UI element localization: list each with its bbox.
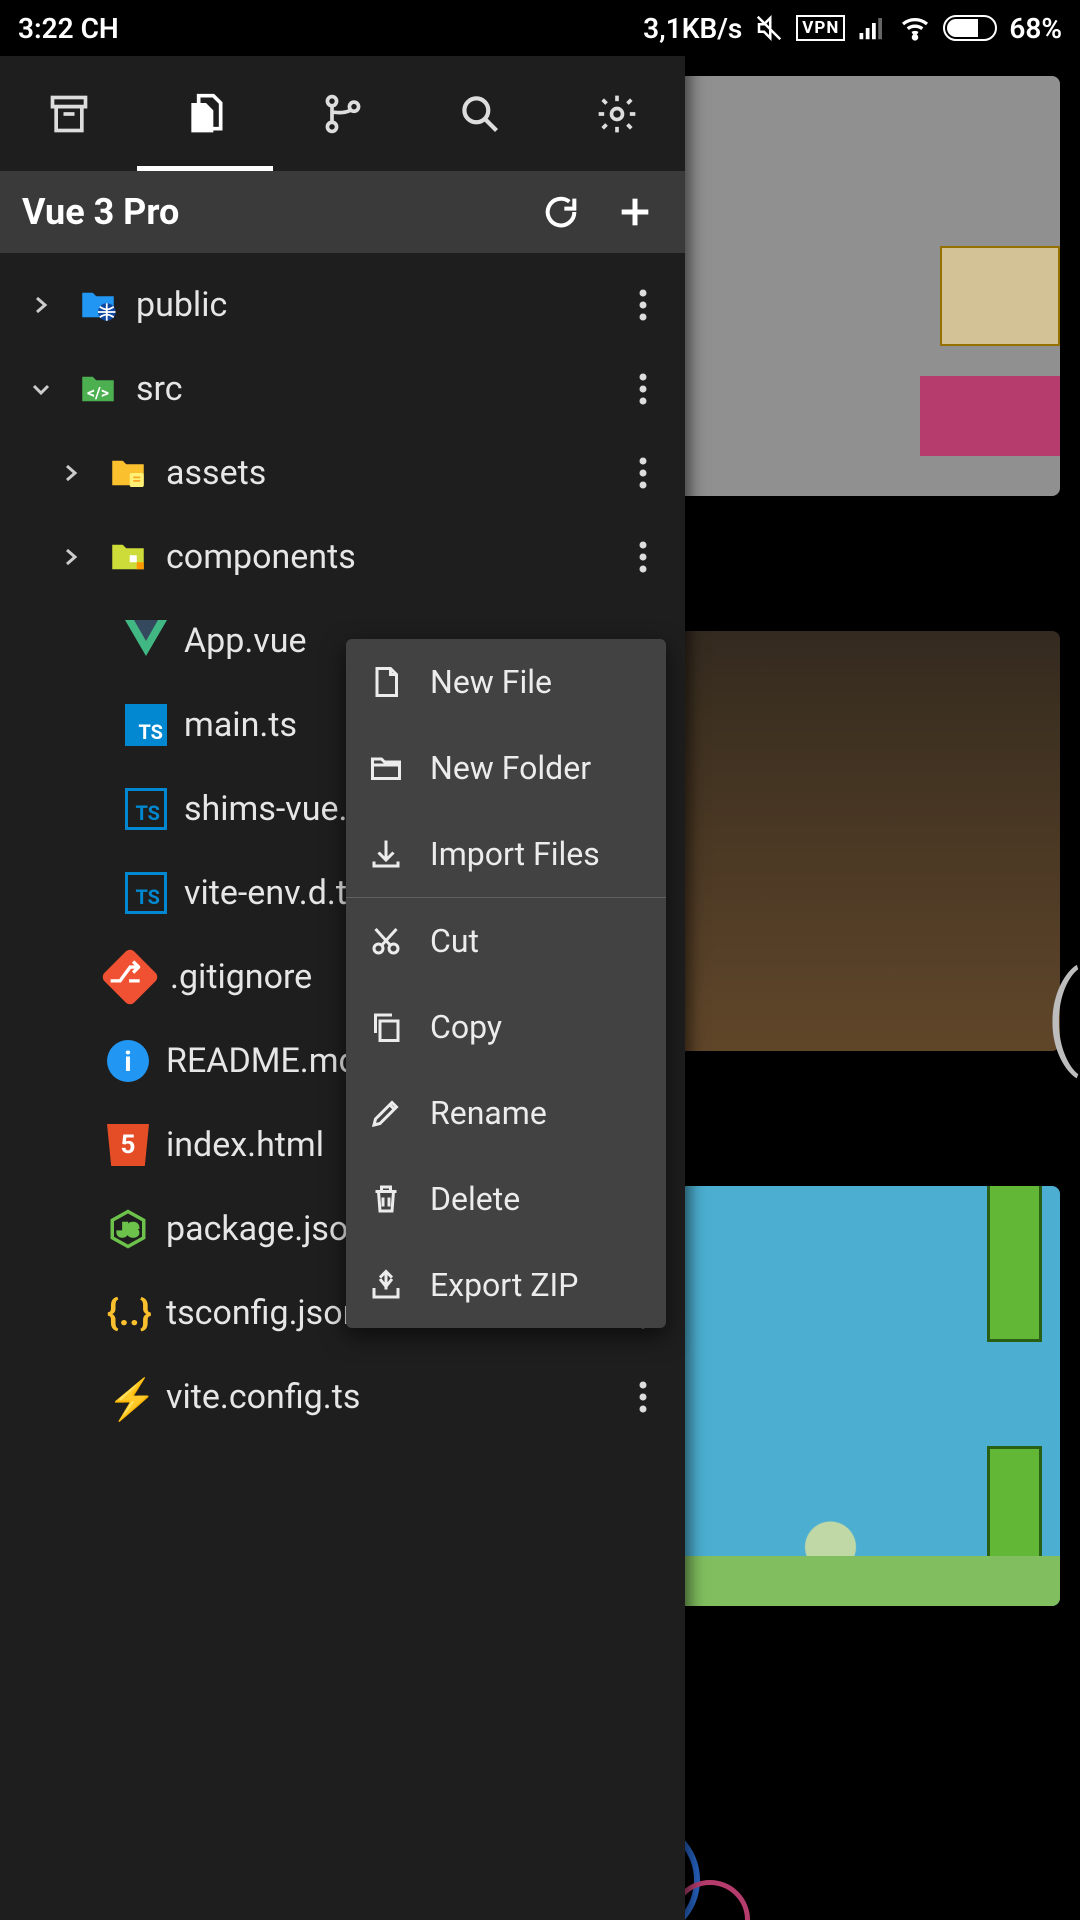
- status-bar: 3:22 CH 3,1KB/s VPN 68%: [0, 0, 1080, 56]
- vue-icon: [116, 620, 176, 662]
- folder-assets[interactable]: assets: [0, 431, 685, 515]
- html5-icon: 5: [98, 1124, 158, 1166]
- signal-icon: [857, 13, 887, 43]
- git-tab[interactable]: [274, 56, 411, 171]
- scroll-hint-icon: (: [1045, 951, 1080, 1080]
- menu-label: Import Files: [430, 835, 600, 873]
- folder-components-icon: [98, 536, 158, 578]
- menu-delete[interactable]: Delete: [346, 1156, 666, 1242]
- nodejs-icon: JS: [98, 1208, 158, 1250]
- wifi-icon: [899, 12, 931, 44]
- file-vite-config[interactable]: ⚡ vite.config.ts: [0, 1355, 685, 1439]
- folder-label: components: [158, 537, 613, 577]
- files-tab[interactable]: [137, 56, 274, 171]
- context-menu: New File New Folder Import Files Cut Cop…: [346, 639, 666, 1328]
- menu-new-file[interactable]: New File: [346, 639, 666, 725]
- menu-rename[interactable]: Rename: [346, 1070, 666, 1156]
- menu-cut[interactable]: Cut: [346, 898, 666, 984]
- ts-def-icon: TS: [116, 872, 176, 914]
- menu-label: New File: [430, 663, 552, 701]
- chevron-right-icon: [14, 293, 68, 317]
- battery-pct: 68%: [1009, 12, 1062, 45]
- svg-text:JS: JS: [118, 1221, 139, 1241]
- more-icon[interactable]: [613, 373, 673, 405]
- more-icon[interactable]: [613, 289, 673, 321]
- menu-label: Export ZIP: [430, 1266, 578, 1304]
- settings-tab[interactable]: [548, 56, 685, 171]
- add-button[interactable]: [607, 184, 663, 240]
- menu-label: Rename: [430, 1094, 547, 1132]
- panel-tabs: [0, 56, 685, 171]
- refresh-button[interactable]: [533, 184, 589, 240]
- menu-export-zip[interactable]: Export ZIP: [346, 1242, 666, 1328]
- network-speed: 3,1KB/s: [643, 12, 742, 45]
- archive-tab[interactable]: [0, 56, 137, 171]
- status-time: 3:22 CH: [18, 12, 119, 45]
- battery-icon: [943, 15, 997, 41]
- more-icon[interactable]: [613, 457, 673, 489]
- vite-icon: ⚡: [98, 1376, 158, 1418]
- info-icon: i: [98, 1040, 158, 1082]
- ts-icon: TS: [116, 704, 176, 746]
- ts-def-icon: TS: [116, 788, 176, 830]
- menu-label: Delete: [430, 1180, 520, 1218]
- menu-import-files[interactable]: Import Files: [346, 811, 666, 897]
- json-icon: {..}: [98, 1292, 158, 1334]
- menu-label: Cut: [430, 922, 479, 960]
- vpn-badge: VPN: [796, 15, 845, 41]
- menu-label: Copy: [430, 1008, 502, 1046]
- chevron-down-icon: [14, 377, 68, 401]
- chevron-right-icon: [44, 545, 98, 569]
- more-icon[interactable]: [613, 541, 673, 573]
- more-icon[interactable]: [613, 1381, 673, 1413]
- folder-label: public: [128, 285, 613, 325]
- folder-label: assets: [158, 453, 613, 493]
- folder-public-icon: [68, 284, 128, 326]
- search-tab[interactable]: [411, 56, 548, 171]
- folder-public[interactable]: public: [0, 263, 685, 347]
- folder-src[interactable]: </> src: [0, 347, 685, 431]
- folder-assets-icon: [98, 452, 158, 494]
- folder-label: src: [128, 369, 613, 409]
- file-label: vite.config.ts: [158, 1377, 613, 1417]
- menu-copy[interactable]: Copy: [346, 984, 666, 1070]
- svg-text:</>: </>: [87, 383, 109, 402]
- git-icon: ⎇: [98, 956, 158, 998]
- menu-new-folder[interactable]: New Folder: [346, 725, 666, 811]
- folder-src-icon: </>: [68, 368, 128, 410]
- mute-icon: [754, 13, 784, 43]
- folder-components[interactable]: components: [0, 515, 685, 599]
- menu-label: New Folder: [430, 749, 591, 787]
- project-header: Vue 3 Pro: [0, 171, 685, 253]
- chevron-right-icon: [44, 461, 98, 485]
- project-title: Vue 3 Pro: [22, 191, 515, 233]
